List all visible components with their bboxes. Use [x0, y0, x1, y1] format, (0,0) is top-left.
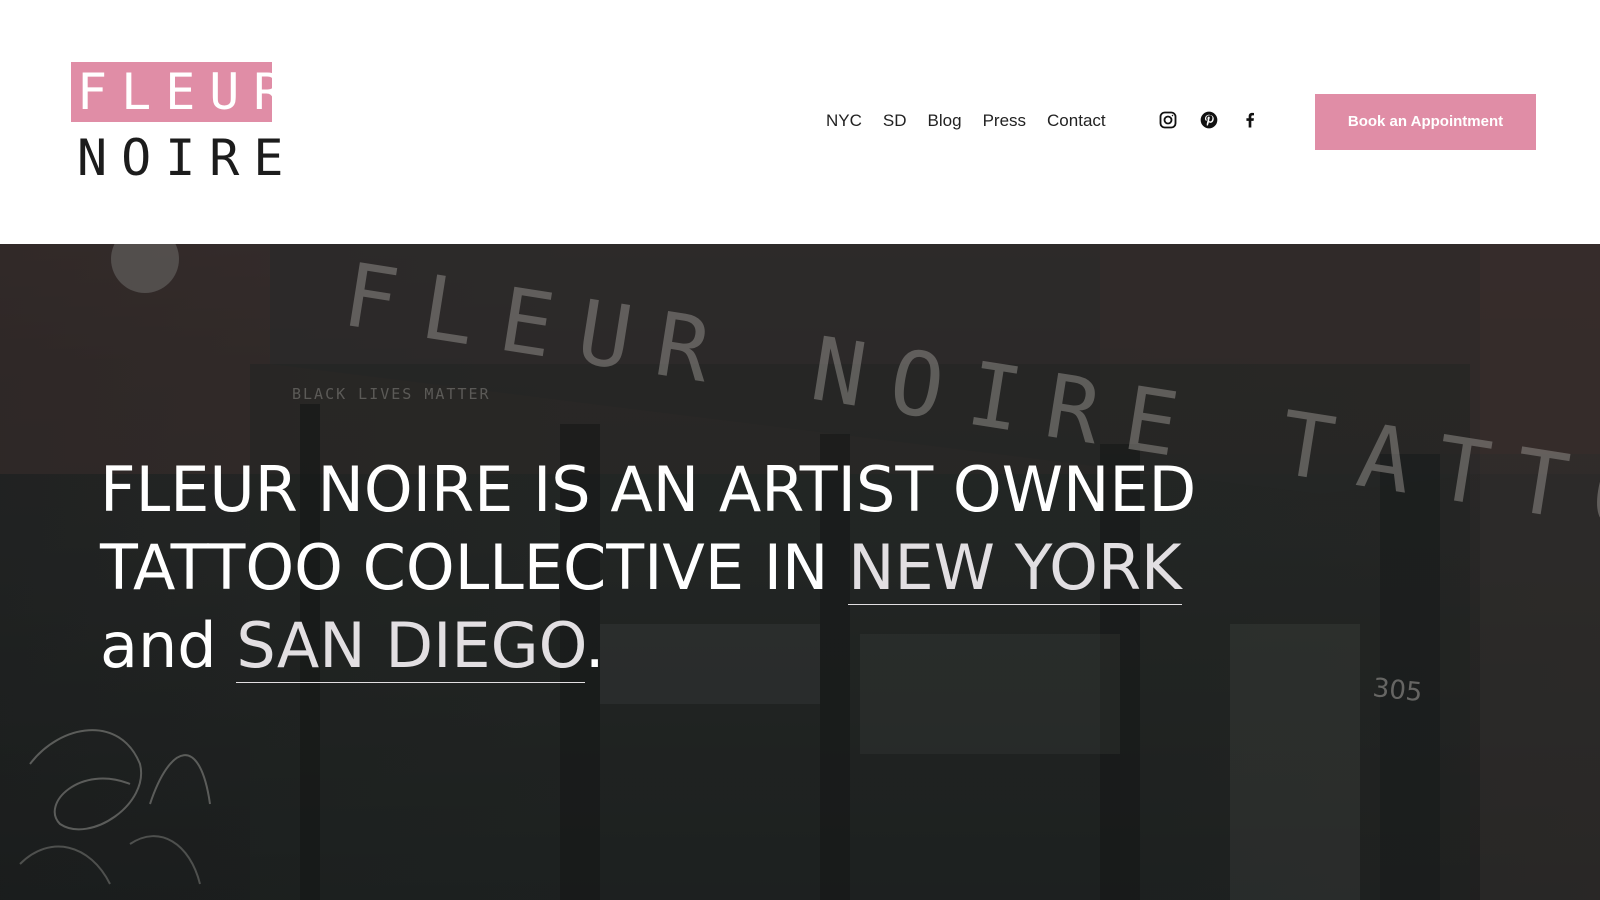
nav-link-sd[interactable]: SD: [883, 108, 907, 134]
nav-link-contact[interactable]: Contact: [1047, 108, 1106, 134]
site-header: FLEUR NOIRE NYC SD Blog Press Contact: [0, 0, 1600, 244]
logo-word-top: FLEUR: [71, 62, 272, 122]
main-nav: NYC SD Blog Press Contact: [826, 108, 1106, 134]
new-york-link[interactable]: NEW YORK: [848, 531, 1182, 605]
headline-line-1: FLEUR NOIRE IS AN ARTIST OWNED: [100, 453, 1197, 526]
headline-line-2: TATTOO COLLECTIVE IN: [100, 531, 849, 604]
pinterest-icon[interactable]: [1199, 110, 1219, 130]
headline-and: and: [100, 609, 237, 682]
social-links: [1158, 110, 1260, 130]
nav-link-nyc[interactable]: NYC: [826, 108, 862, 134]
nav-link-blog[interactable]: Blog: [928, 108, 962, 134]
instagram-icon[interactable]: [1158, 110, 1178, 130]
headline-period: .: [584, 609, 605, 682]
facebook-icon[interactable]: [1240, 110, 1260, 130]
san-diego-link[interactable]: SAN DIEGO: [236, 609, 585, 683]
hero-section: FLEUR NOIRE TATTOO BLACK LIVES MATTER 30…: [0, 244, 1600, 900]
window-lettering: BLACK LIVES MATTER: [292, 385, 491, 403]
logo-word-bottom: NOIRE: [77, 129, 298, 187]
book-appointment-button[interactable]: Book an Appointment: [1315, 94, 1536, 150]
nav-link-press[interactable]: Press: [983, 108, 1026, 134]
hero-headline: FLEUR NOIRE IS AN ARTIST OWNED TATTOO CO…: [100, 451, 1300, 685]
site-logo[interactable]: FLEUR NOIRE: [71, 62, 298, 187]
door-number: 305: [1371, 673, 1424, 708]
